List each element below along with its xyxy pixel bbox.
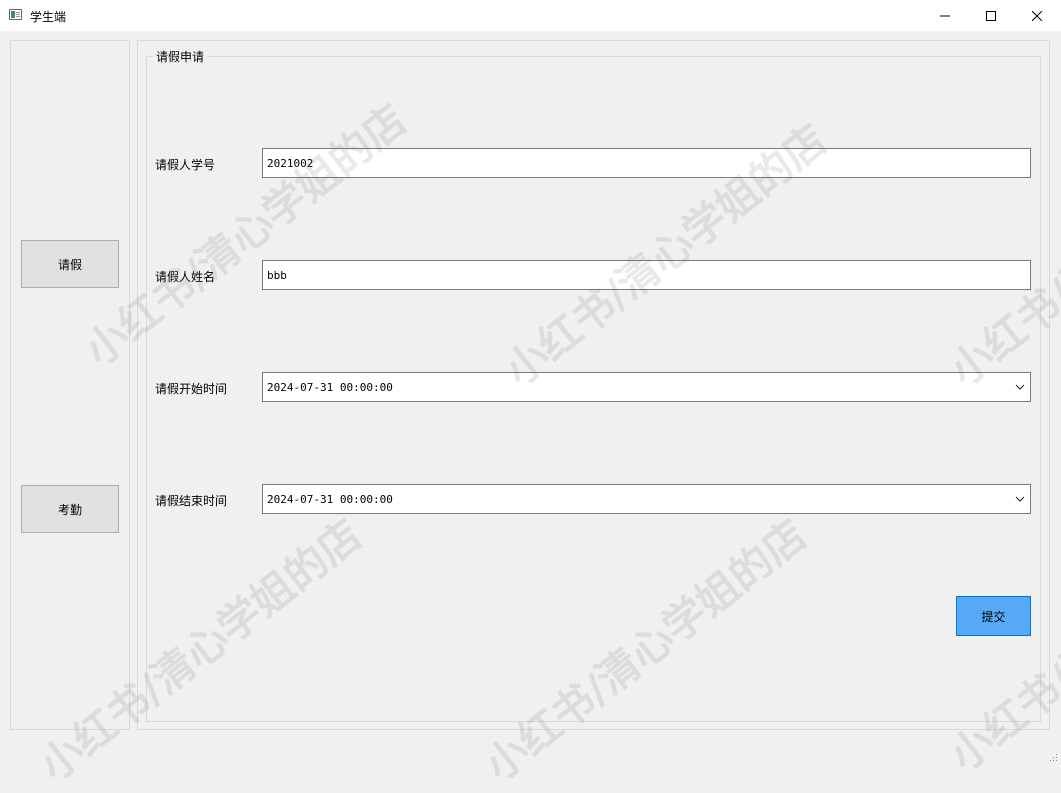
start-time-value: 2024-07-31 00:00:00 xyxy=(267,380,393,394)
end-time-value: 2024-07-31 00:00:00 xyxy=(267,492,393,506)
student-name-label: 请假人姓名 xyxy=(155,270,216,284)
maximize-icon xyxy=(986,10,996,21)
start-time-picker[interactable]: 2024-07-31 00:00:00 xyxy=(262,372,1031,402)
close-icon xyxy=(1032,10,1042,21)
end-time-picker[interactable]: 2024-07-31 00:00:00 xyxy=(262,484,1031,514)
attendance-nav-button[interactable]: 考勤 xyxy=(21,485,119,533)
submit-button[interactable]: 提交 xyxy=(956,596,1031,636)
student-id-label: 请假人学号 xyxy=(155,158,216,172)
chevron-down-icon[interactable] xyxy=(1014,382,1026,392)
minimize-button[interactable] xyxy=(922,0,968,31)
title-bar: 学生端 xyxy=(0,0,1061,31)
student-id-input[interactable]: 2021002 xyxy=(262,148,1031,178)
start-time-label: 请假开始时间 xyxy=(155,382,228,396)
close-button[interactable] xyxy=(1014,0,1060,31)
student-name-input[interactable]: bbb xyxy=(262,260,1031,290)
app-window-icon xyxy=(9,9,22,20)
groupbox-title: 请假申请 xyxy=(153,48,208,65)
student-name-value: bbb xyxy=(267,268,287,282)
resize-grip-icon[interactable] xyxy=(1048,752,1058,762)
chevron-down-icon[interactable] xyxy=(1014,494,1026,504)
end-time-label: 请假结束时间 xyxy=(155,494,228,508)
leave-nav-button[interactable]: 请假 xyxy=(21,240,119,288)
minimize-icon xyxy=(940,15,950,16)
student-id-value: 2021002 xyxy=(267,156,314,170)
window-title: 学生端 xyxy=(30,10,67,24)
nav-panel xyxy=(10,40,130,730)
maximize-button[interactable] xyxy=(968,0,1014,31)
